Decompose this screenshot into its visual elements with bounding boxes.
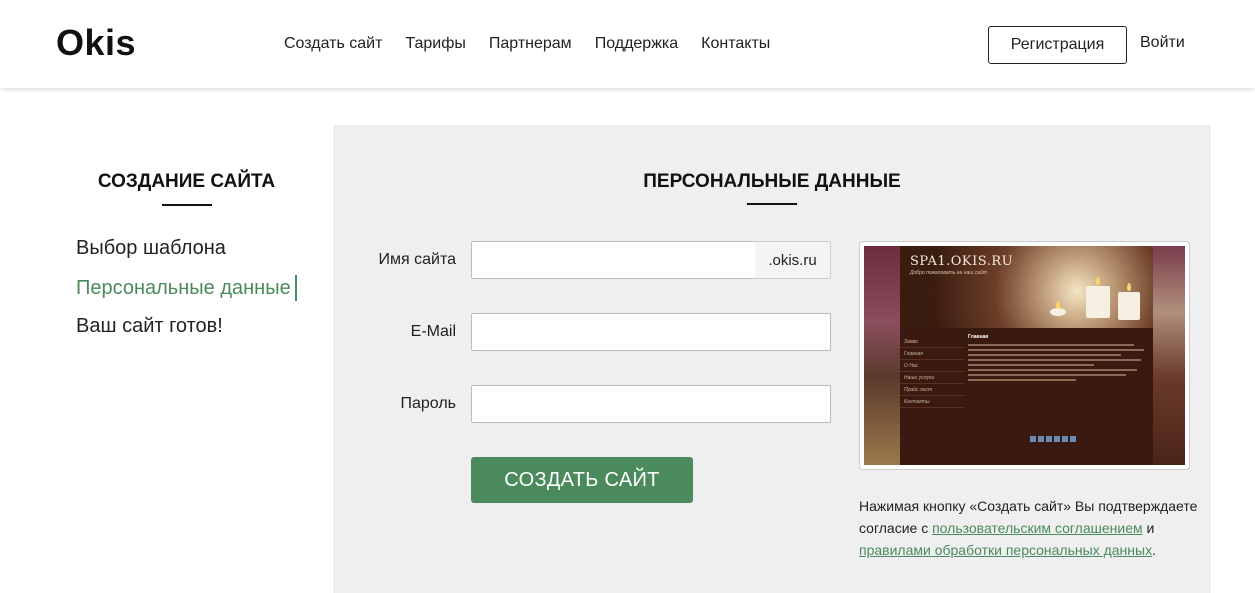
sidebar-item-template[interactable]: Выбор шаблона: [76, 237, 226, 260]
preview-social-icons: [1030, 436, 1076, 442]
preview-text-line: [968, 364, 1094, 366]
preview-menu-item: Прайс лист: [900, 384, 964, 396]
social-icon: [1030, 436, 1036, 442]
template-preview: SPA1.OKIS.RU Добро пожаловать на наш сай…: [859, 241, 1190, 470]
password-label: Пароль: [400, 395, 456, 412]
preview-menu-item: О Нас: [900, 360, 964, 372]
preview-text-line: [968, 349, 1145, 351]
preview-candle: [1050, 308, 1066, 316]
form-title-underline: [747, 203, 797, 205]
preview-content: Главная: [968, 334, 1148, 384]
preview-content-heading: Главная: [968, 334, 989, 340]
preview-menu-item: Заяво: [900, 336, 964, 348]
preview-text-line: [968, 379, 1076, 381]
agreement-text-middle: и: [1142, 520, 1155, 536]
preview-text-line: [968, 369, 1138, 371]
form-panel: ПЕРСОНАЛЬНЫЕ ДАННЫЕ Имя сайта .okis.ru E…: [333, 125, 1211, 593]
preview-text-line: [968, 354, 1121, 356]
template-preview-image: SPA1.OKIS.RU Добро пожаловать на наш сай…: [864, 246, 1185, 465]
preview-site-title: SPA1.OKIS.RU: [910, 254, 1014, 269]
sidebar-item-personal-data[interactable]: Персональные данные: [76, 275, 297, 301]
preview-menu: Заяво Главная О Нас Наши услуги Прайс ли…: [900, 336, 964, 408]
social-icon: [1070, 436, 1076, 442]
agreement-text: Нажимая кнопку «Создать сайт» Вы подтвер…: [859, 495, 1211, 561]
site-name-label: Имя сайта: [378, 251, 457, 268]
user-agreement-link[interactable]: пользовательским соглашением: [932, 520, 1143, 536]
agreement-text-after: .: [1152, 542, 1156, 558]
preview-candle: [1118, 292, 1140, 320]
preview-menu-item: Наши услуги: [900, 372, 964, 384]
logo[interactable]: Okis: [56, 22, 136, 64]
login-link[interactable]: Войти: [1140, 34, 1185, 52]
social-icon: [1062, 436, 1068, 442]
preview-text-line: [968, 359, 1141, 361]
social-icon: [1046, 436, 1052, 442]
password-input[interactable]: [471, 385, 831, 423]
sidebar-item-site-ready[interactable]: Ваш сайт готов!: [76, 315, 223, 338]
nav-contacts[interactable]: Контакты: [701, 35, 770, 53]
preview-menu-item: Главная: [900, 348, 964, 360]
personal-data-rules-link[interactable]: правилами обработки персональных данных: [859, 542, 1152, 558]
preview-right-decor: [1153, 246, 1185, 465]
main-nav: Создать сайт Тарифы Партнерам Поддержка …: [284, 35, 793, 53]
preview-menu-item: Контакты: [900, 396, 964, 408]
preview-tagline: Добро пожаловать на наш сайт: [910, 270, 987, 276]
preview-candle-flame: [1056, 301, 1060, 309]
nav-partners[interactable]: Партнерам: [489, 35, 572, 53]
preview-candle: [1086, 286, 1110, 318]
site-name-input[interactable]: [471, 241, 756, 279]
social-icon: [1038, 436, 1044, 442]
nav-create-site[interactable]: Создать сайт: [284, 35, 382, 53]
preview-text-line: [968, 374, 1127, 376]
sidebar-title-underline: [162, 204, 212, 206]
social-icon: [1054, 436, 1060, 442]
preview-candle-flame: [1096, 277, 1100, 285]
preview-text-line: [968, 344, 1134, 346]
nav-support[interactable]: Поддержка: [595, 35, 678, 53]
preview-left-decor: [864, 246, 900, 465]
email-input[interactable]: [471, 313, 831, 351]
nav-tariffs[interactable]: Тарифы: [405, 35, 465, 53]
email-label: E-Mail: [410, 323, 456, 340]
preview-body: Заяво Главная О Нас Наши услуги Прайс ли…: [900, 328, 1153, 465]
form-title: ПЕРСОНАЛЬНЫЕ ДАННЫЕ: [643, 171, 901, 192]
create-site-button[interactable]: СОЗДАТЬ САЙТ: [471, 457, 693, 503]
site-domain-suffix: .okis.ru: [755, 241, 831, 279]
site-header: Okis Создать сайт Тарифы Партнерам Подде…: [0, 0, 1255, 88]
sidebar-title: СОЗДАНИЕ САЙТА: [97, 171, 276, 192]
preview-candle-flame: [1127, 283, 1131, 291]
register-button[interactable]: Регистрация: [988, 26, 1127, 64]
